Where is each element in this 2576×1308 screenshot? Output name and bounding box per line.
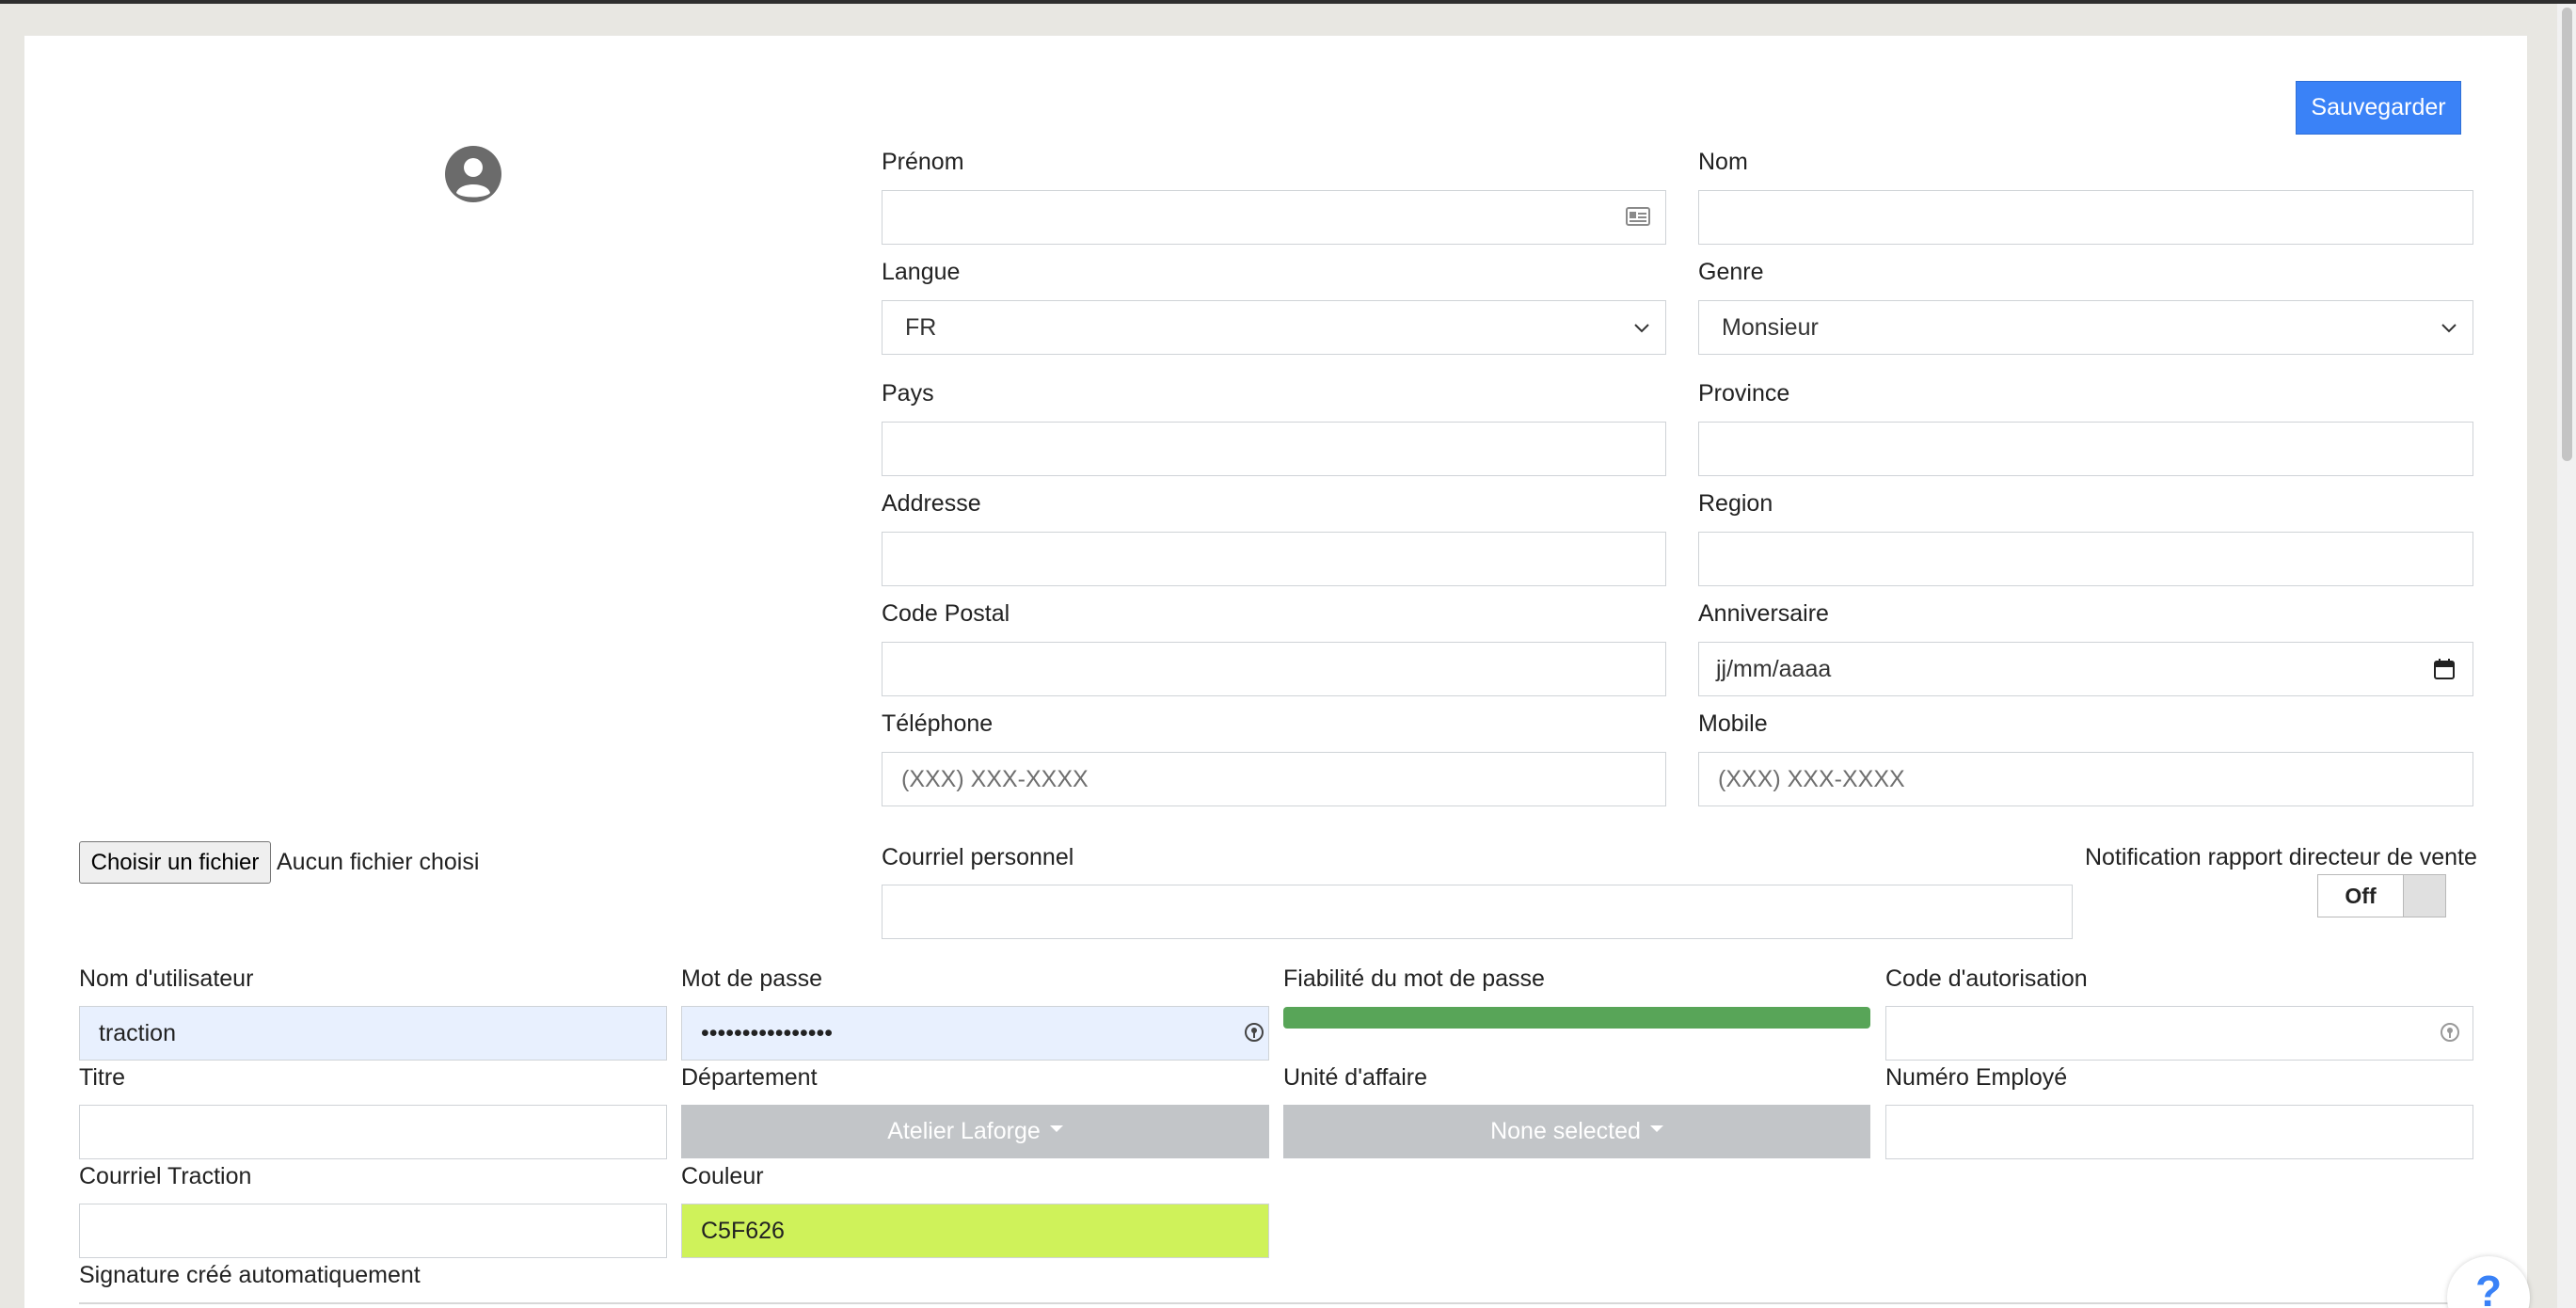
calendar-icon[interactable] [2433,658,2456,680]
password-strength-label: Fiabilité du mot de passe [1283,965,1545,992]
pays-input[interactable] [882,422,1666,476]
telephone-label: Téléphone [882,710,994,737]
username-label: Nom d'utilisateur [79,965,254,992]
unite-value: None selected [1490,1118,1641,1144]
departement-label: Département [681,1064,818,1091]
caret-down-icon [1649,1125,1663,1132]
departement-dropdown[interactable]: Atelier Laforge [681,1105,1269,1158]
password-input[interactable] [681,1006,1269,1061]
password-label: Mot de passe [681,965,823,992]
courriel-traction-label: Courriel Traction [79,1163,252,1189]
province-label: Province [1698,380,1790,407]
auth-code-label: Code d'autorisation [1885,965,2088,992]
courriel-personnel-input[interactable] [882,885,2073,939]
mobile-label: Mobile [1698,710,1768,737]
code-postal-label: Code Postal [882,600,1010,627]
couleur-input[interactable] [681,1204,1269,1258]
langue-select[interactable]: FR [882,300,1666,355]
mobile-input[interactable] [1698,752,2473,806]
unite-dropdown[interactable]: None selected [1283,1105,1870,1158]
titre-label: Titre [79,1064,126,1091]
choose-file-button[interactable]: Choisir un fichier [79,841,271,884]
genre-value: Monsieur [1722,313,1819,341]
notification-label: Notification rapport directeur de vente [2085,844,2477,870]
toggle-knob[interactable] [2403,875,2445,917]
caret-down-icon [1049,1125,1063,1132]
pays-label: Pays [882,380,934,407]
province-input[interactable] [1698,422,2473,476]
user-circle-icon [445,146,501,202]
anniversaire-label: Anniversaire [1698,600,1829,627]
password-manager-key-icon[interactable] [2440,1022,2460,1043]
prenom-label: Prénom [882,149,964,175]
numero-input[interactable] [1885,1105,2473,1159]
anniversaire-date-input[interactable]: jj/mm/aaaa [1698,642,2473,696]
langue-label: Langue [882,259,961,285]
genre-label: Genre [1698,259,1764,285]
page-scrollbar-thumb[interactable] [2562,8,2572,461]
contact-card-icon[interactable] [1626,205,1650,228]
username-input[interactable] [79,1006,667,1061]
password-manager-key-icon[interactable] [1244,1022,1264,1043]
password-strength-bar [1283,1007,1870,1029]
signature-label: Signature créé automatiquement [79,1262,421,1288]
region-input[interactable] [1698,532,2473,586]
chevron-down-icon [2441,324,2457,333]
notification-toggle[interactable]: Off [2317,874,2446,917]
langue-value: FR [905,313,937,341]
chevron-down-icon [1634,324,1649,333]
window-top-border [0,0,2576,4]
prenom-input[interactable] [882,190,1666,245]
anniversaire-value: jj/mm/aaaa [1716,655,1832,682]
departement-value: Atelier Laforge [887,1118,1041,1144]
courriel-personnel-label: Courriel personnel [882,844,1074,870]
courriel-traction-input[interactable] [79,1204,667,1258]
signature-divider [79,1302,2474,1304]
nom-label: Nom [1698,149,1748,175]
code-postal-input[interactable] [882,642,1666,696]
titre-input[interactable] [79,1105,667,1159]
file-status-text: Aucun fichier choisi [277,849,480,875]
addresse-label: Addresse [882,490,981,517]
save-button[interactable]: Sauvegarder [2296,81,2461,135]
toggle-state-text: Off [2345,883,2377,908]
unite-label: Unité d'affaire [1283,1064,1428,1091]
region-label: Region [1698,490,1773,517]
numero-label: Numéro Employé [1885,1064,2068,1091]
help-question-icon: ? [2474,1267,2503,1308]
addresse-input[interactable] [882,532,1666,586]
telephone-input[interactable] [882,752,1666,806]
auth-code-input[interactable] [1885,1006,2473,1061]
couleur-label: Couleur [681,1163,764,1189]
genre-select[interactable]: Monsieur [1698,300,2473,355]
nom-input[interactable] [1698,190,2473,245]
